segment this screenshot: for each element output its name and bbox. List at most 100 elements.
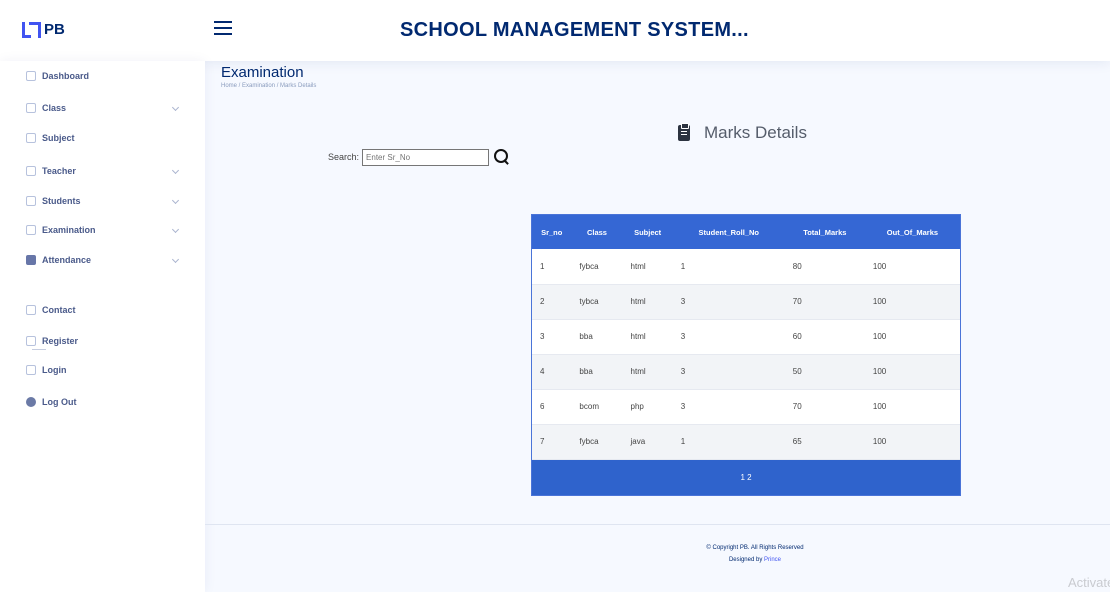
sidebar-item-label: Register (42, 336, 79, 346)
table-row: 3 bba html 3 60 100 (532, 319, 960, 355)
table-cell: php (622, 389, 673, 425)
sidebar-item-label: Teacher (42, 166, 76, 176)
table-icon (26, 255, 36, 265)
chevron-down-icon (171, 196, 180, 205)
sidebar-item-class[interactable]: Class (26, 98, 186, 118)
sidebar-item-subject[interactable]: Subject (26, 128, 186, 148)
sidebar-item-register[interactable]: Register (26, 331, 186, 351)
column-header: Sr_no (532, 215, 572, 249)
table-row: 6 bcom php 3 70 100 (532, 389, 960, 425)
table-cell: html (622, 284, 673, 320)
search-input[interactable] (362, 148, 490, 166)
sidebar: Dashboard Class Subject Teacher Students… (0, 61, 205, 592)
person-icon (26, 166, 36, 176)
table-cell: 3 (672, 389, 785, 425)
sidebar-item-label: Class (42, 103, 67, 113)
table-cell: 1 (672, 249, 785, 285)
table-cell: 100 (864, 389, 960, 425)
sidebar-item-label: Examination (42, 225, 96, 235)
sidebar-item-contact[interactable]: Contact (26, 300, 186, 320)
marks-table-container: Sr_no Class Subject Student_Roll_No Tota… (531, 214, 961, 496)
table-cell: 4 (532, 354, 572, 390)
table-cell: 3 (672, 284, 785, 320)
table-cell: 100 (864, 249, 960, 285)
table-row: 1 fybca html 1 80 100 (532, 249, 960, 285)
table-cell: 1 (672, 424, 785, 460)
table-cell: 7 (532, 424, 572, 460)
section-title: Marks Details (704, 123, 807, 142)
card-icon (26, 336, 36, 346)
grid-icon (26, 71, 36, 81)
top-header: PB SCHOOL MANAGEMENT SYSTEM... (0, 0, 1110, 61)
sidebar-item-label: Students (42, 196, 81, 206)
table-cell: 70 (784, 389, 865, 425)
chevron-down-icon (171, 103, 180, 112)
login-icon (26, 365, 36, 375)
pagination[interactable]: 1 2 (532, 459, 960, 495)
table-cell: fybca (571, 424, 623, 460)
sidebar-item-label: Login (42, 365, 67, 375)
search-icon[interactable] (493, 148, 511, 166)
clipboard-icon (678, 123, 690, 141)
building-icon (26, 103, 36, 113)
sidebar-item-label: Subject (42, 133, 75, 143)
sidebar-item-examination[interactable]: Examination (26, 220, 186, 240)
designer-link[interactable]: Prince (764, 557, 781, 563)
table-cell: html (622, 319, 673, 355)
table-cell: 100 (864, 354, 960, 390)
people-icon (26, 196, 36, 206)
table-cell: html (622, 249, 673, 285)
table-cell: java (622, 424, 673, 460)
column-header: Class (571, 215, 623, 249)
table-cell: 65 (784, 424, 865, 460)
sidebar-item-students[interactable]: Students (26, 191, 186, 211)
designed-by-prefix: Designed by (728, 557, 764, 563)
marks-table: Sr_no Class Subject Student_Roll_No Tota… (532, 215, 960, 460)
sidebar-item-label: Log Out (42, 397, 77, 407)
hamburger-menu-icon[interactable] (214, 21, 232, 37)
table-cell: html (622, 354, 673, 390)
page-title: Examination (221, 64, 304, 81)
sidebar-item-logout[interactable]: Log Out (26, 392, 186, 412)
chevron-down-icon (171, 255, 180, 264)
sidebar-item-teacher[interactable]: Teacher (26, 161, 186, 181)
sidebar-item-login[interactable]: Login (26, 360, 186, 380)
table-cell: bba (571, 354, 623, 390)
table-cell: 3 (672, 354, 785, 390)
sidebar-item-attendance[interactable]: Attendance (26, 250, 186, 270)
table-cell: 3 (672, 319, 785, 355)
table-cell: 2 (532, 284, 572, 320)
table-cell: tybca (571, 284, 623, 320)
table-cell: 6 (532, 389, 572, 425)
table-cell: 3 (532, 319, 572, 355)
sidebar-item-dashboard[interactable]: Dashboard (26, 66, 186, 86)
logo-text: PB (44, 20, 65, 38)
table-row: 4 bba html 3 50 100 (532, 354, 960, 390)
table-cell: 100 (864, 319, 960, 355)
table-cell: 70 (784, 284, 865, 320)
footer-divider (205, 524, 1110, 525)
logo[interactable]: PB (22, 20, 65, 38)
sidebar-item-label: Attendance (42, 255, 92, 265)
table-cell: bba (571, 319, 623, 355)
activation-watermark: Activate (1068, 575, 1110, 590)
table-cell: 1 (532, 249, 572, 285)
app-title: SCHOOL MANAGEMENT SYSTEM... (400, 19, 749, 41)
designed-by: Designed by Prince (660, 557, 850, 563)
table-cell: fybca (571, 249, 623, 285)
table-row: 7 fybca java 1 65 100 (532, 424, 960, 460)
column-header: Student_Roll_No (672, 215, 785, 249)
page-title-block: Examination Home / Examination / Marks D… (221, 64, 316, 89)
table-cell: 80 (784, 249, 865, 285)
table-cell: bcom (571, 389, 623, 425)
section-heading: Marks Details (678, 123, 807, 143)
sidebar-item-label: Contact (42, 305, 76, 315)
power-icon (26, 397, 36, 407)
table-header-row: Sr_no Class Subject Student_Roll_No Tota… (532, 215, 960, 249)
column-header: Out_Of_Marks (864, 215, 960, 249)
document-icon (26, 225, 36, 235)
copyright-text: © Copyright PB. All Rights Reserved (706, 545, 804, 551)
breadcrumb[interactable]: Home / Examination / Marks Details (221, 83, 316, 89)
grid-icon (26, 133, 36, 143)
search-label: Search: (328, 152, 360, 162)
